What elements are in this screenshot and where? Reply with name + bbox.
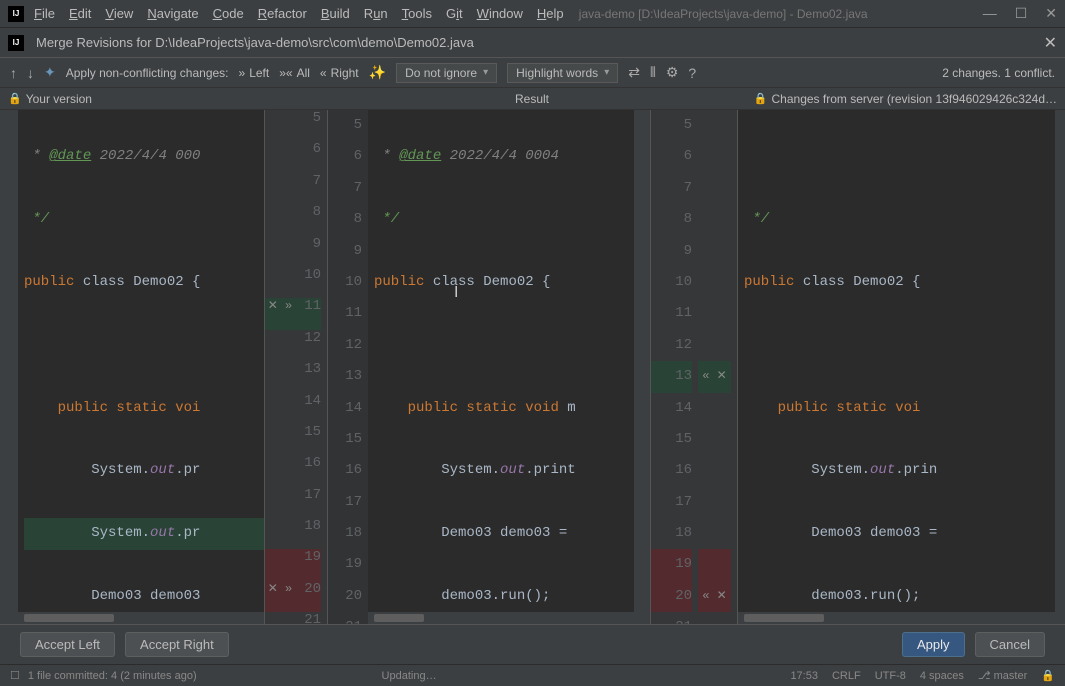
status-bar: ☐ 1 file committed: 4 (2 minutes ago) Up… [0, 664, 1065, 686]
maximize-button[interactable]: ☐ [1015, 5, 1028, 22]
merge-action-button[interactable]: « ✕ [698, 361, 731, 392]
result-label: Result [515, 92, 549, 106]
result-pane[interactable]: * @date 2022/4/4 0004 */ public class De… [368, 110, 634, 624]
right-gutter-nums: 56789101112131415161718192021 [650, 110, 698, 624]
apply-button[interactable]: Apply [902, 632, 965, 657]
next-change-icon[interactable]: ↓ [27, 65, 34, 81]
scrollbar-h[interactable] [738, 612, 1055, 624]
result-gutter-left: 56789101112131415161718192021 [328, 110, 368, 624]
ignore-dropdown[interactable]: Do not ignore [396, 63, 497, 83]
highlight-dropdown[interactable]: Highlight words [507, 63, 618, 83]
menu-code[interactable]: Code [213, 6, 244, 21]
help-icon[interactable]: ? [688, 65, 696, 81]
your-version-label: Your version [26, 92, 92, 106]
server-version-label: Changes from server (revision 13f9460294… [772, 92, 1058, 106]
menu-navigate[interactable]: Navigate [147, 6, 198, 21]
window-title: java-demo [D:\IdeaProjects\java-demo] - … [464, 7, 983, 21]
left-gutter: ✕ »✕ » 56789101112131415161718192021 [264, 110, 328, 624]
button-bar: Accept Left Accept Right Apply Cancel [0, 624, 1065, 664]
lock-icon: 🔒 [754, 92, 768, 105]
pane-headers: 🔒 Your version Result 🔒 Changes from ser… [0, 88, 1065, 110]
dialog-title-bar: IJ Merge Revisions for D:\IdeaProjects\j… [0, 28, 1065, 58]
result-ruler-right [634, 110, 650, 624]
settings-icon[interactable]: ⚙ [666, 64, 679, 81]
title-bar: IJ File Edit View Navigate Code Refactor… [0, 0, 1065, 28]
merge-action-button[interactable]: ✕ » [265, 581, 295, 612]
indent[interactable]: 4 spaces [920, 670, 964, 682]
merge-action-button[interactable]: « ✕ [698, 581, 731, 612]
right-pane[interactable]: */ public class Demo02 { public static v… [738, 110, 1055, 624]
changes-count: 2 changes. 1 conflict. [942, 66, 1055, 80]
menu-tools[interactable]: Tools [402, 6, 432, 21]
menu-git[interactable]: Git [446, 6, 463, 21]
accept-right-button[interactable]: Accept Right [125, 632, 229, 657]
sync-scroll-icon[interactable]: ⫴ [650, 64, 656, 81]
menu-build[interactable]: Build [321, 6, 350, 21]
line-col[interactable]: 17:53 [790, 670, 818, 682]
menu-run[interactable]: Run [364, 6, 388, 21]
apply-right-button[interactable]: « Right [320, 66, 359, 80]
encoding[interactable]: UTF-8 [875, 670, 906, 682]
window-close-button[interactable]: ✕ [1045, 5, 1057, 22]
collapse-icon[interactable]: ⇄ [628, 64, 640, 81]
accept-left-button[interactable]: Accept Left [20, 632, 115, 657]
menu-view[interactable]: View [105, 6, 133, 21]
lock-icon: 🔒 [8, 92, 22, 105]
menu-edit[interactable]: Edit [69, 6, 91, 21]
left-tool-rail [0, 110, 18, 624]
right-ruler [1055, 110, 1065, 624]
left-pane[interactable]: * @date 2022/4/4 000 */ public class Dem… [18, 110, 264, 624]
app-icon: IJ [8, 6, 24, 22]
updating-status: Updating… [382, 670, 437, 682]
merge-toolbar: ↑ ↓ ✦ Apply non-conflicting changes: » L… [0, 58, 1065, 88]
merge-action-button[interactable]: ✕ » [265, 298, 295, 329]
right-gutter-acts: « ✕ « ✕ [698, 110, 738, 624]
menu-refactor[interactable]: Refactor [258, 6, 307, 21]
minimize-button[interactable]: — [983, 5, 997, 22]
magic-wand-icon[interactable]: ✦ [44, 64, 56, 81]
apply-all-button[interactable]: »« All [279, 66, 310, 80]
prev-change-icon[interactable]: ↑ [10, 65, 17, 81]
menu-file[interactable]: File [34, 6, 55, 21]
magic-resolve-icon[interactable]: ✨ [369, 64, 386, 81]
dialog-title: Merge Revisions for D:\IdeaProjects\java… [36, 35, 474, 50]
app-icon: IJ [8, 35, 24, 51]
dialog-close-button[interactable]: ✕ [1044, 33, 1057, 53]
line-ending[interactable]: CRLF [832, 670, 861, 682]
scrollbar-h[interactable] [368, 612, 634, 624]
diff-viewer: * @date 2022/4/4 000 */ public class Dem… [0, 110, 1065, 624]
apply-label: Apply non-conflicting changes: [66, 66, 229, 80]
cancel-button[interactable]: Cancel [975, 632, 1045, 657]
apply-left-button[interactable]: » Left [239, 66, 270, 80]
commit-status: 1 file committed: 4 (2 minutes ago) [28, 670, 197, 682]
scrollbar-h[interactable] [18, 612, 264, 624]
